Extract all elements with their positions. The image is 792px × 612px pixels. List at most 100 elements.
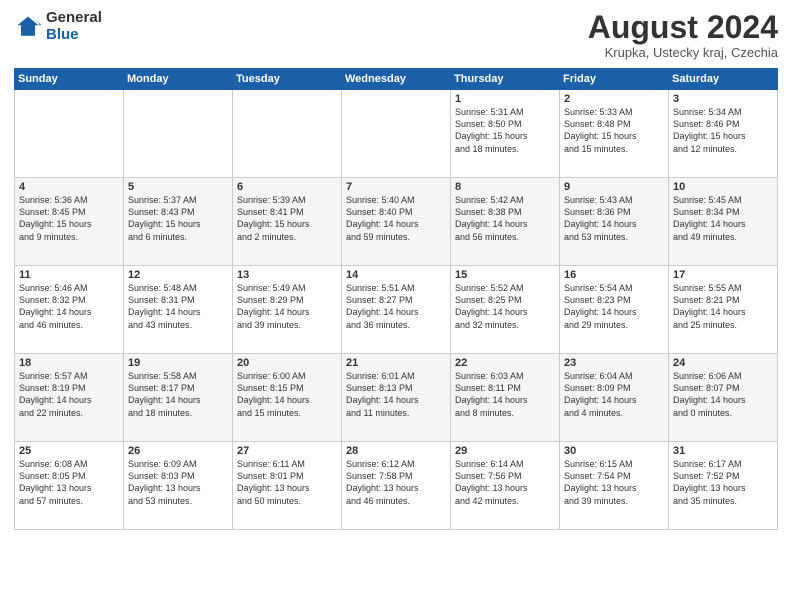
calendar-cell-4-0: 25Sunrise: 6:08 AM Sunset: 8:05 PM Dayli… bbox=[15, 442, 124, 530]
day-number-1-2: 6 bbox=[237, 181, 337, 193]
day-number-1-6: 10 bbox=[673, 181, 773, 193]
day-number-4-2: 27 bbox=[237, 445, 337, 457]
calendar-cell-0-1 bbox=[124, 90, 233, 178]
calendar-cell-2-6: 17Sunrise: 5:55 AM Sunset: 8:21 PM Dayli… bbox=[669, 266, 778, 354]
day-number-3-1: 19 bbox=[128, 357, 228, 369]
day-info-3-4: Sunrise: 6:03 AM Sunset: 8:11 PM Dayligh… bbox=[455, 370, 555, 419]
calendar-cell-0-2 bbox=[233, 90, 342, 178]
day-info-4-4: Sunrise: 6:14 AM Sunset: 7:56 PM Dayligh… bbox=[455, 458, 555, 507]
week-row-1: 4Sunrise: 5:36 AM Sunset: 8:45 PM Daylig… bbox=[15, 178, 778, 266]
header-friday: Friday bbox=[560, 69, 669, 90]
day-number-0-6: 3 bbox=[673, 93, 773, 105]
calendar-cell-3-0: 18Sunrise: 5:57 AM Sunset: 8:19 PM Dayli… bbox=[15, 354, 124, 442]
calendar-cell-0-0 bbox=[15, 90, 124, 178]
day-info-0-4: Sunrise: 5:31 AM Sunset: 8:50 PM Dayligh… bbox=[455, 106, 555, 155]
week-row-2: 11Sunrise: 5:46 AM Sunset: 8:32 PM Dayli… bbox=[15, 266, 778, 354]
calendar-cell-2-3: 14Sunrise: 5:51 AM Sunset: 8:27 PM Dayli… bbox=[342, 266, 451, 354]
day-number-0-4: 1 bbox=[455, 93, 555, 105]
week-row-4: 25Sunrise: 6:08 AM Sunset: 8:05 PM Dayli… bbox=[15, 442, 778, 530]
calendar-cell-1-5: 9Sunrise: 5:43 AM Sunset: 8:36 PM Daylig… bbox=[560, 178, 669, 266]
day-info-2-6: Sunrise: 5:55 AM Sunset: 8:21 PM Dayligh… bbox=[673, 282, 773, 331]
day-info-4-2: Sunrise: 6:11 AM Sunset: 8:01 PM Dayligh… bbox=[237, 458, 337, 507]
day-info-0-6: Sunrise: 5:34 AM Sunset: 8:46 PM Dayligh… bbox=[673, 106, 773, 155]
calendar-cell-3-4: 22Sunrise: 6:03 AM Sunset: 8:11 PM Dayli… bbox=[451, 354, 560, 442]
day-info-1-4: Sunrise: 5:42 AM Sunset: 8:38 PM Dayligh… bbox=[455, 194, 555, 243]
day-number-4-4: 29 bbox=[455, 445, 555, 457]
calendar-cell-0-3 bbox=[342, 90, 451, 178]
day-number-4-3: 28 bbox=[346, 445, 446, 457]
day-number-3-3: 21 bbox=[346, 357, 446, 369]
calendar-cell-3-5: 23Sunrise: 6:04 AM Sunset: 8:09 PM Dayli… bbox=[560, 354, 669, 442]
weekday-header-row: Sunday Monday Tuesday Wednesday Thursday… bbox=[15, 69, 778, 90]
day-info-4-0: Sunrise: 6:08 AM Sunset: 8:05 PM Dayligh… bbox=[19, 458, 119, 507]
day-number-4-1: 26 bbox=[128, 445, 228, 457]
calendar-cell-1-2: 6Sunrise: 5:39 AM Sunset: 8:41 PM Daylig… bbox=[233, 178, 342, 266]
header-wednesday: Wednesday bbox=[342, 69, 451, 90]
header-saturday: Saturday bbox=[669, 69, 778, 90]
calendar-cell-0-5: 2Sunrise: 5:33 AM Sunset: 8:48 PM Daylig… bbox=[560, 90, 669, 178]
day-info-2-4: Sunrise: 5:52 AM Sunset: 8:25 PM Dayligh… bbox=[455, 282, 555, 331]
calendar-cell-0-4: 1Sunrise: 5:31 AM Sunset: 8:50 PM Daylig… bbox=[451, 90, 560, 178]
day-number-4-0: 25 bbox=[19, 445, 119, 457]
month-title: August 2024 bbox=[588, 10, 778, 45]
day-info-2-3: Sunrise: 5:51 AM Sunset: 8:27 PM Dayligh… bbox=[346, 282, 446, 331]
day-number-3-6: 24 bbox=[673, 357, 773, 369]
logo: General Blue bbox=[14, 10, 102, 43]
day-info-4-3: Sunrise: 6:12 AM Sunset: 7:58 PM Dayligh… bbox=[346, 458, 446, 507]
day-info-2-0: Sunrise: 5:46 AM Sunset: 8:32 PM Dayligh… bbox=[19, 282, 119, 331]
day-info-1-3: Sunrise: 5:40 AM Sunset: 8:40 PM Dayligh… bbox=[346, 194, 446, 243]
week-row-0: 1Sunrise: 5:31 AM Sunset: 8:50 PM Daylig… bbox=[15, 90, 778, 178]
day-number-3-2: 20 bbox=[237, 357, 337, 369]
calendar: Sunday Monday Tuesday Wednesday Thursday… bbox=[14, 68, 778, 530]
calendar-cell-1-6: 10Sunrise: 5:45 AM Sunset: 8:34 PM Dayli… bbox=[669, 178, 778, 266]
header-sunday: Sunday bbox=[15, 69, 124, 90]
day-info-3-3: Sunrise: 6:01 AM Sunset: 8:13 PM Dayligh… bbox=[346, 370, 446, 419]
calendar-cell-4-3: 28Sunrise: 6:12 AM Sunset: 7:58 PM Dayli… bbox=[342, 442, 451, 530]
logo-text: General Blue bbox=[46, 10, 102, 43]
calendar-cell-1-3: 7Sunrise: 5:40 AM Sunset: 8:40 PM Daylig… bbox=[342, 178, 451, 266]
day-number-4-6: 31 bbox=[673, 445, 773, 457]
calendar-cell-4-6: 31Sunrise: 6:17 AM Sunset: 7:52 PM Dayli… bbox=[669, 442, 778, 530]
day-info-1-2: Sunrise: 5:39 AM Sunset: 8:41 PM Dayligh… bbox=[237, 194, 337, 243]
calendar-cell-3-2: 20Sunrise: 6:00 AM Sunset: 8:15 PM Dayli… bbox=[233, 354, 342, 442]
subtitle: Krupka, Ustecky kraj, Czechia bbox=[588, 45, 778, 60]
day-info-2-2: Sunrise: 5:49 AM Sunset: 8:29 PM Dayligh… bbox=[237, 282, 337, 331]
calendar-cell-2-2: 13Sunrise: 5:49 AM Sunset: 8:29 PM Dayli… bbox=[233, 266, 342, 354]
day-info-1-1: Sunrise: 5:37 AM Sunset: 8:43 PM Dayligh… bbox=[128, 194, 228, 243]
day-number-1-3: 7 bbox=[346, 181, 446, 193]
calendar-cell-2-4: 15Sunrise: 5:52 AM Sunset: 8:25 PM Dayli… bbox=[451, 266, 560, 354]
day-info-4-5: Sunrise: 6:15 AM Sunset: 7:54 PM Dayligh… bbox=[564, 458, 664, 507]
calendar-cell-0-6: 3Sunrise: 5:34 AM Sunset: 8:46 PM Daylig… bbox=[669, 90, 778, 178]
title-block: August 2024 Krupka, Ustecky kraj, Czechi… bbox=[588, 10, 778, 60]
day-info-0-5: Sunrise: 5:33 AM Sunset: 8:48 PM Dayligh… bbox=[564, 106, 664, 155]
day-info-3-5: Sunrise: 6:04 AM Sunset: 8:09 PM Dayligh… bbox=[564, 370, 664, 419]
day-number-2-0: 11 bbox=[19, 269, 119, 281]
calendar-cell-2-1: 12Sunrise: 5:48 AM Sunset: 8:31 PM Dayli… bbox=[124, 266, 233, 354]
day-number-3-4: 22 bbox=[455, 357, 555, 369]
day-number-3-0: 18 bbox=[19, 357, 119, 369]
header-monday: Monday bbox=[124, 69, 233, 90]
calendar-cell-4-5: 30Sunrise: 6:15 AM Sunset: 7:54 PM Dayli… bbox=[560, 442, 669, 530]
logo-blue: Blue bbox=[46, 26, 79, 43]
day-info-2-1: Sunrise: 5:48 AM Sunset: 8:31 PM Dayligh… bbox=[128, 282, 228, 331]
week-row-3: 18Sunrise: 5:57 AM Sunset: 8:19 PM Dayli… bbox=[15, 354, 778, 442]
calendar-cell-1-1: 5Sunrise: 5:37 AM Sunset: 8:43 PM Daylig… bbox=[124, 178, 233, 266]
day-number-1-1: 5 bbox=[128, 181, 228, 193]
day-number-2-4: 15 bbox=[455, 269, 555, 281]
calendar-cell-4-4: 29Sunrise: 6:14 AM Sunset: 7:56 PM Dayli… bbox=[451, 442, 560, 530]
calendar-cell-3-6: 24Sunrise: 6:06 AM Sunset: 8:07 PM Dayli… bbox=[669, 354, 778, 442]
day-info-1-0: Sunrise: 5:36 AM Sunset: 8:45 PM Dayligh… bbox=[19, 194, 119, 243]
day-number-2-6: 17 bbox=[673, 269, 773, 281]
day-info-3-6: Sunrise: 6:06 AM Sunset: 8:07 PM Dayligh… bbox=[673, 370, 773, 419]
page: General Blue August 2024 Krupka, Ustecky… bbox=[0, 0, 792, 612]
day-info-3-0: Sunrise: 5:57 AM Sunset: 8:19 PM Dayligh… bbox=[19, 370, 119, 419]
day-info-4-1: Sunrise: 6:09 AM Sunset: 8:03 PM Dayligh… bbox=[128, 458, 228, 507]
calendar-cell-1-0: 4Sunrise: 5:36 AM Sunset: 8:45 PM Daylig… bbox=[15, 178, 124, 266]
calendar-cell-2-0: 11Sunrise: 5:46 AM Sunset: 8:32 PM Dayli… bbox=[15, 266, 124, 354]
calendar-cell-4-1: 26Sunrise: 6:09 AM Sunset: 8:03 PM Dayli… bbox=[124, 442, 233, 530]
calendar-cell-3-1: 19Sunrise: 5:58 AM Sunset: 8:17 PM Dayli… bbox=[124, 354, 233, 442]
calendar-cell-4-2: 27Sunrise: 6:11 AM Sunset: 8:01 PM Dayli… bbox=[233, 442, 342, 530]
day-info-4-6: Sunrise: 6:17 AM Sunset: 7:52 PM Dayligh… bbox=[673, 458, 773, 507]
day-info-3-2: Sunrise: 6:00 AM Sunset: 8:15 PM Dayligh… bbox=[237, 370, 337, 419]
day-number-0-5: 2 bbox=[564, 93, 664, 105]
